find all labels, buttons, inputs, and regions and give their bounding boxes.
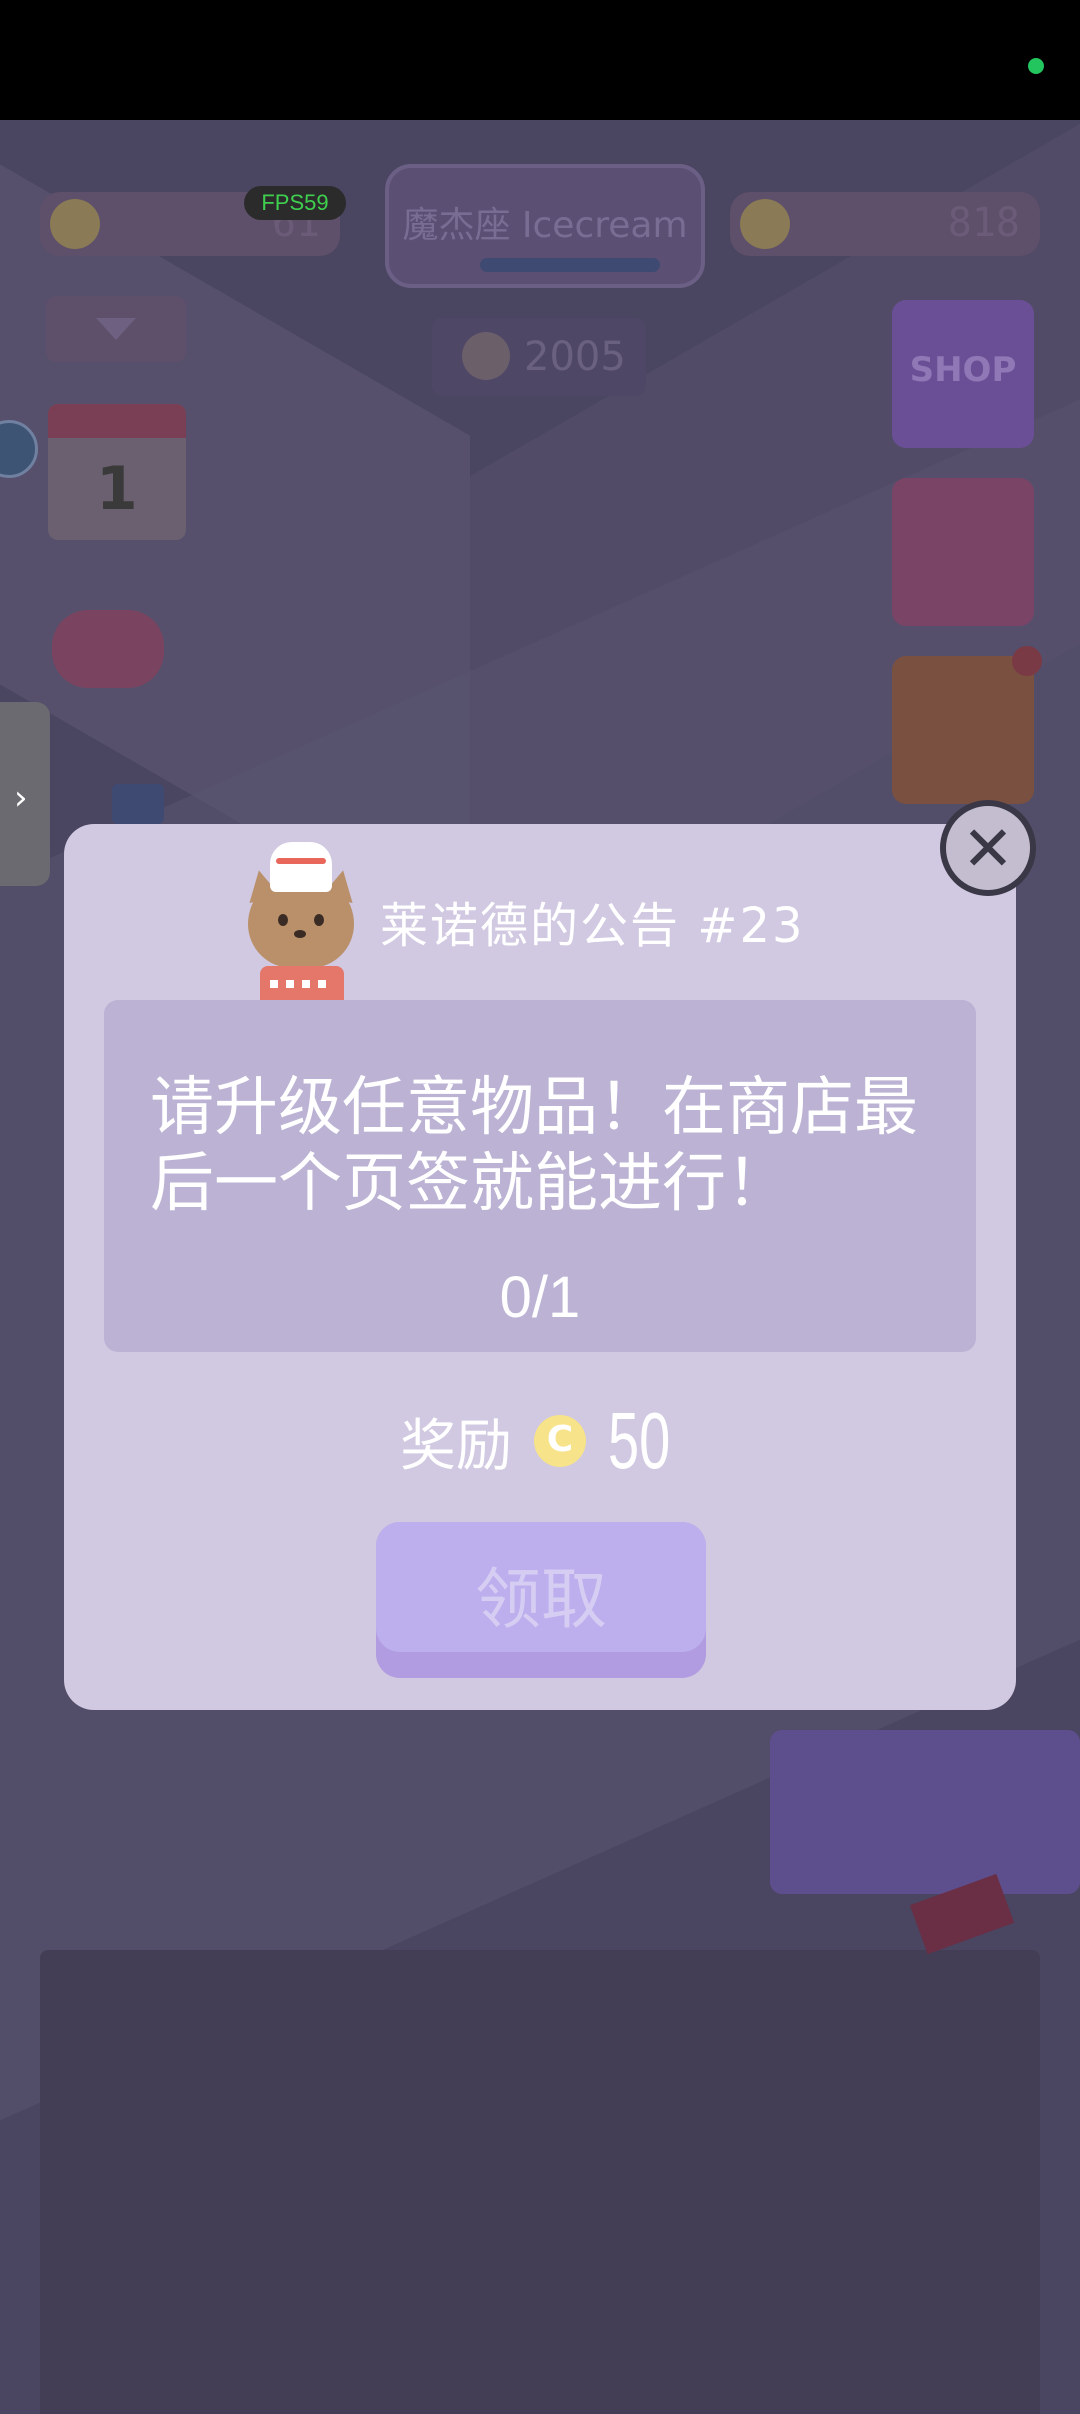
- money-value: 818: [947, 200, 1020, 246]
- status-bar: [0, 0, 1080, 120]
- chevron-right-icon: ›: [14, 778, 28, 818]
- treasure-chest-button[interactable]: [892, 478, 1034, 626]
- score-plate: 2005: [432, 318, 646, 396]
- bottom-panel: [40, 1950, 1040, 2414]
- fps-badge: FPS59: [244, 186, 346, 220]
- shop-cart-icon: SHOP: [909, 350, 1017, 390]
- side-drawer-tab[interactable]: ›: [0, 702, 50, 886]
- calendar-icon: [112, 784, 164, 824]
- task-progress: 0/1: [499, 1265, 581, 1330]
- coin-icon: [50, 199, 100, 249]
- coin-icon: C: [534, 1415, 586, 1467]
- notification-dot: [1012, 646, 1042, 676]
- chef-hat-icon: [270, 842, 332, 892]
- reward-amount: 50: [608, 1396, 671, 1485]
- claim-button[interactable]: 领取: [376, 1522, 706, 1678]
- shop-title: 魔杰座 Icecream: [402, 205, 688, 246]
- score-value: 2005: [524, 334, 626, 380]
- close-button[interactable]: ✕: [940, 800, 1036, 896]
- dialog-title: 莱诺德的公告 #23: [380, 898, 805, 954]
- daily-calendar-button[interactable]: 1: [48, 404, 186, 540]
- dropdown-toggle[interactable]: [46, 296, 186, 362]
- rating-icon: [462, 332, 510, 380]
- chef-cat-avatar: [240, 842, 360, 1000]
- reward-label: 奖励: [400, 1413, 512, 1479]
- task-description: 请升级任意物品！在商店最后一个页签就能进行！: [150, 1071, 918, 1221]
- level-progress-bar: [480, 258, 660, 272]
- close-icon: ✕: [962, 812, 1014, 885]
- reward-row: 奖励 C 50: [400, 1396, 697, 1486]
- status-indicator-icon: [1028, 58, 1044, 74]
- money-coin-icon: [740, 199, 790, 249]
- money-counter: 818: [730, 192, 1040, 256]
- gem-offer-card[interactable]: [770, 1730, 1080, 1894]
- claim-button-label: 领取: [475, 1561, 607, 1638]
- calendar-day: 1: [96, 454, 138, 524]
- outfit-button[interactable]: [892, 656, 1034, 804]
- shop-button[interactable]: SHOP: [892, 300, 1034, 448]
- gamepad-icon[interactable]: [52, 610, 164, 688]
